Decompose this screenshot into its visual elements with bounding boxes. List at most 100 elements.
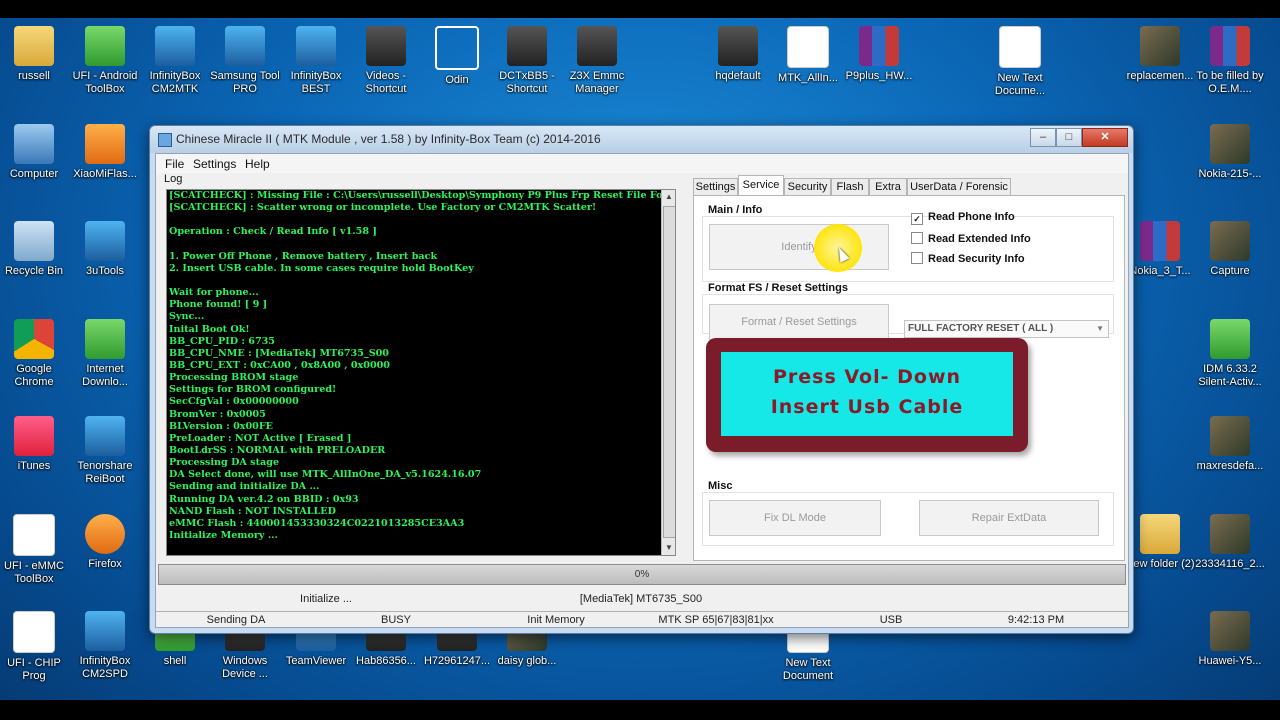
desktop-icon-chrome[interactable]: Google Chrome bbox=[0, 319, 72, 389]
desktop-icon-23334116[interactable]: 23334116_2... bbox=[1192, 514, 1268, 571]
letterbox-top bbox=[0, 0, 1280, 18]
service-panel: Main / Info Identify ✓ Read Phone Info Re… bbox=[693, 195, 1125, 561]
log-line: Processing BROM stage bbox=[169, 372, 299, 384]
log-label: Log bbox=[164, 173, 183, 185]
close-button[interactable]: ✕ bbox=[1082, 128, 1128, 147]
desktop-icon-capture[interactable]: Capture bbox=[1192, 221, 1268, 278]
maximize-button[interactable]: □ bbox=[1056, 128, 1082, 147]
tab-flash[interactable]: Flash bbox=[831, 178, 869, 196]
desktop-icon-reiboot[interactable]: Tenorshare ReiBoot bbox=[67, 416, 143, 486]
desktop-icon-z3x[interactable]: Z3X Emmc Manager bbox=[559, 26, 635, 96]
log-line: [SCATCHECK] : Scatter wrong or incomplet… bbox=[169, 202, 597, 214]
image-file-icon bbox=[1210, 514, 1250, 554]
desktop-icon-dctxbb5[interactable]: DCTxBB5 - Shortcut bbox=[489, 26, 565, 96]
tab-settings[interactable]: Settings bbox=[693, 178, 738, 196]
identify-button[interactable]: Identify bbox=[709, 224, 889, 270]
log-line: Sync... bbox=[169, 311, 205, 323]
desktop-icon-samsung-tool[interactable]: Samsung Tool PRO bbox=[207, 26, 283, 96]
desktop-icon-huawei-y5[interactable]: Huawei-Y5... bbox=[1192, 611, 1268, 668]
status-stage: Sending DA bbox=[206, 614, 266, 626]
desktop-icon-hqdefault[interactable]: hqdefault bbox=[700, 26, 776, 83]
desktop-icon-idm-activator[interactable]: IDM 6.33.2 Silent-Activ... bbox=[1192, 319, 1268, 389]
minimize-button[interactable]: – bbox=[1030, 128, 1056, 147]
tab-userdata-forensic[interactable]: UserData / Forensic bbox=[907, 178, 1011, 196]
desktop-icon-replacement[interactable]: replacemen... bbox=[1122, 26, 1198, 83]
desktop-icon-cm2mtk[interactable]: InfinityBox CM2MTK bbox=[137, 26, 213, 96]
checkbox-checked-icon: ✓ bbox=[911, 213, 923, 225]
reset-mode-select[interactable]: FULL FACTORY RESET ( ALL ) ▼ bbox=[904, 320, 1109, 338]
desktop-icon-xiaomiflash[interactable]: XiaoMiFlas... bbox=[67, 124, 143, 181]
read-extended-info-checkbox[interactable]: Read Extended Info bbox=[911, 232, 1031, 245]
desktop-icon-nokia-215[interactable]: Nokia-215-... bbox=[1192, 124, 1268, 181]
format-reset-button[interactable]: Format / Reset Settings bbox=[709, 304, 889, 340]
desktop-icon-computer[interactable]: Computer bbox=[0, 124, 72, 181]
format-reset-label: Format FS / Reset Settings bbox=[708, 282, 848, 294]
read-phone-info-checkbox[interactable]: ✓ Read Phone Info bbox=[911, 211, 1015, 225]
desktop-icon-odin[interactable]: Odin bbox=[419, 26, 495, 87]
desktop-icon-itunes[interactable]: iTunes bbox=[0, 416, 72, 473]
desktop-icon-firefox[interactable]: Firefox bbox=[67, 514, 143, 571]
document-icon bbox=[787, 26, 829, 68]
scroll-down-icon[interactable]: ▼ bbox=[662, 541, 675, 555]
desktop-icon-cm2spd[interactable]: InfinityBox CM2SPD bbox=[67, 611, 143, 681]
desktop-icon-infinitybox-best[interactable]: InfinityBox BEST bbox=[278, 26, 354, 96]
ufi-emmc-icon bbox=[13, 514, 55, 556]
log-lines: [SCATCHECK] : Missing File : C:\Users\ru… bbox=[169, 190, 675, 542]
status-platform: MTK SP 65|67|83|81|xx bbox=[658, 614, 774, 626]
desktop-icon-3utools[interactable]: 3uTools bbox=[67, 221, 143, 278]
log-line bbox=[169, 275, 675, 287]
scroll-up-icon[interactable]: ▲ bbox=[662, 190, 675, 204]
desktop-icon-ufi-emmc[interactable]: UFI - eMMC ToolBox bbox=[0, 514, 72, 586]
log-line: NAND Flash : NOT INSTALLED bbox=[169, 505, 336, 517]
desktop-icon-new-text-1[interactable]: New Text Docume... bbox=[982, 26, 1058, 98]
log-line: eMMC Flash : 440001453330324C0221013285C… bbox=[169, 517, 465, 529]
menu-settings[interactable]: Settings bbox=[193, 157, 236, 171]
log-line bbox=[169, 214, 675, 226]
image-file-icon bbox=[1210, 221, 1250, 261]
desktop-icon-recycle-bin[interactable]: Recycle Bin bbox=[0, 221, 72, 278]
log-line: DA Select done, will use MTK_AllInOne_DA… bbox=[169, 469, 482, 481]
log-line: Wait for phone... bbox=[169, 287, 259, 299]
tab-service[interactable]: Service bbox=[738, 175, 784, 197]
log-console[interactable]: [SCATCHECK] : Missing File : C:\Users\ru… bbox=[166, 189, 676, 556]
firefox-icon bbox=[85, 514, 125, 554]
image-file-icon bbox=[1140, 26, 1180, 66]
samsung-tool-icon bbox=[225, 26, 265, 66]
reiboot-icon bbox=[85, 416, 125, 456]
menu-help[interactable]: Help bbox=[245, 157, 270, 171]
idm-icon bbox=[1210, 319, 1250, 359]
computer-icon bbox=[14, 124, 54, 164]
tab-security[interactable]: Security bbox=[784, 178, 831, 196]
status-chip: [MediaTek] MT6735_S00 bbox=[579, 593, 703, 605]
scroll-thumb[interactable] bbox=[663, 206, 675, 538]
tab-extra[interactable]: Extra bbox=[869, 178, 907, 196]
desktop-icon-ufi-chip[interactable]: UFI - CHIP Prog bbox=[0, 611, 72, 683]
3utools-icon bbox=[85, 221, 125, 261]
xiaomi-icon bbox=[85, 124, 125, 164]
log-line: BB_CPU_EXT : 0xCA00 , 0x8A00 , 0x0000 bbox=[169, 359, 390, 371]
image-file-icon bbox=[718, 26, 758, 66]
log-scrollbar[interactable]: ▲ ▼ bbox=[661, 190, 675, 555]
chrome-icon bbox=[14, 319, 54, 359]
desktop-icon-videos[interactable]: Videos - Shortcut bbox=[348, 26, 424, 96]
menu-file[interactable]: File bbox=[165, 157, 184, 171]
desktop-icon-p9plus[interactable]: P9plus_HW... bbox=[841, 26, 917, 83]
desktop-icon-mtk-allin[interactable]: MTK_AllIn... bbox=[770, 26, 846, 85]
window-title: Chinese Miracle II ( MTK Module , ver 1.… bbox=[176, 132, 601, 146]
winrar-icon bbox=[859, 26, 899, 66]
status-operation: Initialize ... bbox=[300, 593, 352, 605]
fix-dl-mode-button[interactable]: Fix DL Mode bbox=[709, 500, 881, 536]
desktop-icon-ufi-android[interactable]: UFI - Android ToolBox bbox=[67, 26, 143, 96]
instruction-banner: Press Vol- Down Insert Usb Cable bbox=[706, 338, 1028, 452]
progress-text: 0% bbox=[634, 569, 650, 580]
desktop-icon-maxresdefault[interactable]: maxresdefa... bbox=[1192, 416, 1268, 473]
banner-line-1: Press Vol- Down bbox=[772, 366, 962, 388]
odin-icon bbox=[435, 26, 479, 70]
read-security-info-checkbox[interactable]: Read Security Info bbox=[911, 252, 1025, 265]
repair-extdata-button[interactable]: Repair ExtData bbox=[919, 500, 1099, 536]
title-bar[interactable]: Chinese Miracle II ( MTK Module , ver 1.… bbox=[150, 126, 1133, 153]
desktop-icon-to-be-filled[interactable]: To be filled by O.E.M.... bbox=[1192, 26, 1268, 96]
desktop-icon-idm[interactable]: Internet Downlo... bbox=[67, 319, 143, 389]
desktop-icon-russell[interactable]: russell bbox=[0, 26, 72, 83]
log-line bbox=[169, 239, 675, 251]
